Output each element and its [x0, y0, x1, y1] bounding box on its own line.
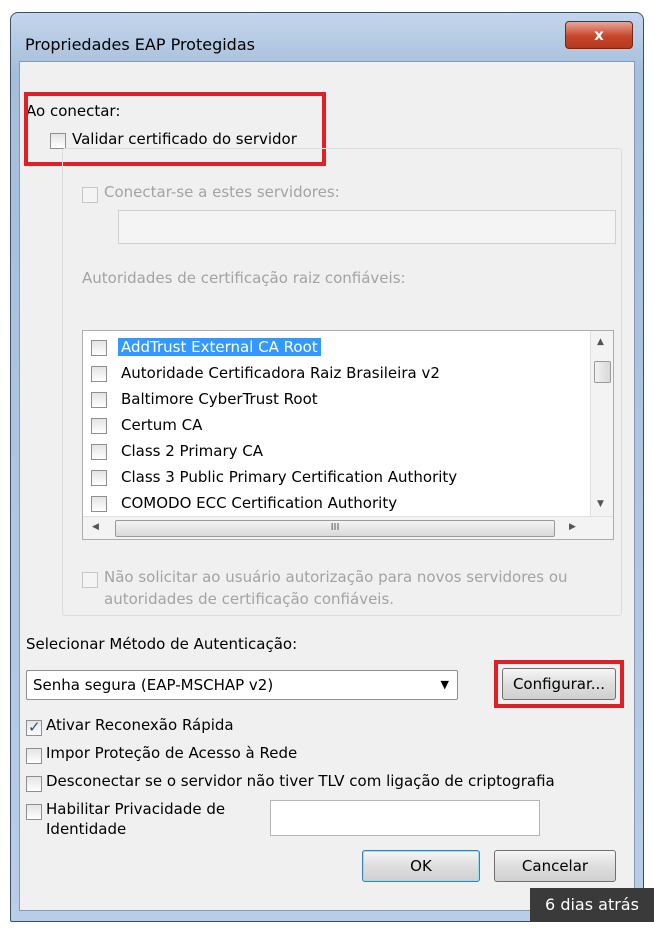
ca-label: AddTrust External CA Root [118, 338, 321, 356]
scroll-right-icon[interactable]: ▶ [569, 522, 576, 532]
scroll-up-icon[interactable]: ▲ [597, 337, 604, 347]
list-item[interactable]: Class 3 Public Primary Certification Aut… [91, 466, 591, 492]
horizontal-scrollbar[interactable]: ◀ III ▶ [83, 516, 613, 539]
scroll-left-icon[interactable]: ◀ [92, 522, 99, 532]
ca-checkbox[interactable] [91, 470, 107, 486]
ca-checkbox[interactable] [91, 444, 107, 460]
dialog-window: Propriedades EAP Protegidas x Ao conecta… [10, 12, 644, 922]
ca-checkbox[interactable] [91, 496, 107, 512]
nap-checkbox[interactable] [26, 748, 42, 764]
dropdown-arrow-icon[interactable]: ▼ [441, 678, 449, 691]
connect-servers-checkbox[interactable] [82, 187, 98, 203]
fast-reconnect-label: Ativar Reconexão Rápida [46, 716, 234, 734]
root-ca-label: Autoridades de certificação raiz confiáv… [82, 269, 406, 287]
horizontal-scroll-thumb[interactable]: III [115, 520, 555, 537]
ca-label: COMODO ECC Certification Authority [121, 494, 398, 512]
ca-checkbox[interactable] [91, 340, 107, 356]
disconnect-tlv-checkbox[interactable] [26, 776, 42, 792]
ca-checkbox[interactable] [91, 418, 107, 434]
ca-label: Certum CA [121, 416, 203, 434]
list-item[interactable]: Certum CA [91, 414, 591, 440]
fast-reconnect-checkbox[interactable] [26, 718, 42, 736]
auth-method-select[interactable]: Senha segura (EAP-MSCHAP v2) ▼ [26, 670, 458, 700]
list-item[interactable]: Autoridade Certificadora Raiz Brasileira… [91, 362, 591, 388]
cancel-button[interactable]: Cancelar [494, 850, 616, 882]
connect-servers-label: Conectar-se a estes servidores: [104, 183, 340, 201]
list-item[interactable]: Baltimore CyberTrust Root [91, 388, 591, 414]
ca-label: Class 3 Public Primary Certification Aut… [121, 468, 458, 486]
identity-privacy-checkbox[interactable] [26, 804, 42, 820]
servers-input[interactable] [118, 210, 616, 244]
no-prompt-label-line2: autoridades de certificação confiáveis. [104, 590, 395, 608]
identity-privacy-label-line2: Identidade [46, 820, 127, 838]
no-prompt-checkbox[interactable] [82, 572, 98, 588]
identity-input[interactable] [270, 800, 540, 836]
ca-label: Baltimore CyberTrust Root [121, 390, 318, 408]
no-prompt-label-line1: Não solicitar ao usuário autorização par… [104, 568, 568, 586]
window-title: Propriedades EAP Protegidas [25, 35, 255, 54]
nap-label: Impor Proteção de Acesso à Rede [46, 744, 298, 762]
auth-method-heading: Selecionar Método de Autenticação: [26, 635, 298, 653]
list-item[interactable]: Class 2 Primary CA [91, 440, 591, 466]
vertical-scrollbar[interactable]: ▲ ▼ [590, 331, 613, 517]
disconnect-tlv-label: Desconectar se o servidor não tiver TLV … [46, 772, 555, 790]
highlight-configure-box [494, 660, 624, 708]
root-ca-list[interactable]: AddTrust External CA Root Autoridade Cer… [82, 330, 614, 540]
ca-label: Autoridade Certificadora Raiz Brasileira… [121, 364, 440, 382]
title-bar[interactable]: Propriedades EAP Protegidas x [11, 13, 643, 61]
ok-button[interactable]: OK [362, 850, 480, 882]
vertical-scroll-thumb[interactable] [594, 361, 611, 383]
auth-method-value: Senha segura (EAP-MSCHAP v2) [33, 676, 274, 694]
timestamp-overlay: 6 dias atrás [530, 888, 654, 922]
ca-label: Class 2 Primary CA [121, 442, 264, 460]
identity-privacy-label-line1: Habilitar Privacidade de [46, 800, 226, 818]
scroll-down-icon[interactable]: ▼ [597, 499, 604, 509]
list-item[interactable]: COMODO ECC Certification Authority [91, 492, 591, 518]
ca-checkbox[interactable] [91, 392, 107, 408]
close-button[interactable]: x [565, 21, 633, 49]
list-item[interactable]: AddTrust External CA Root [91, 336, 591, 362]
ca-checkbox[interactable] [91, 366, 107, 382]
dialog-client-area: Ao conectar: Validar certificado do serv… [19, 61, 635, 911]
